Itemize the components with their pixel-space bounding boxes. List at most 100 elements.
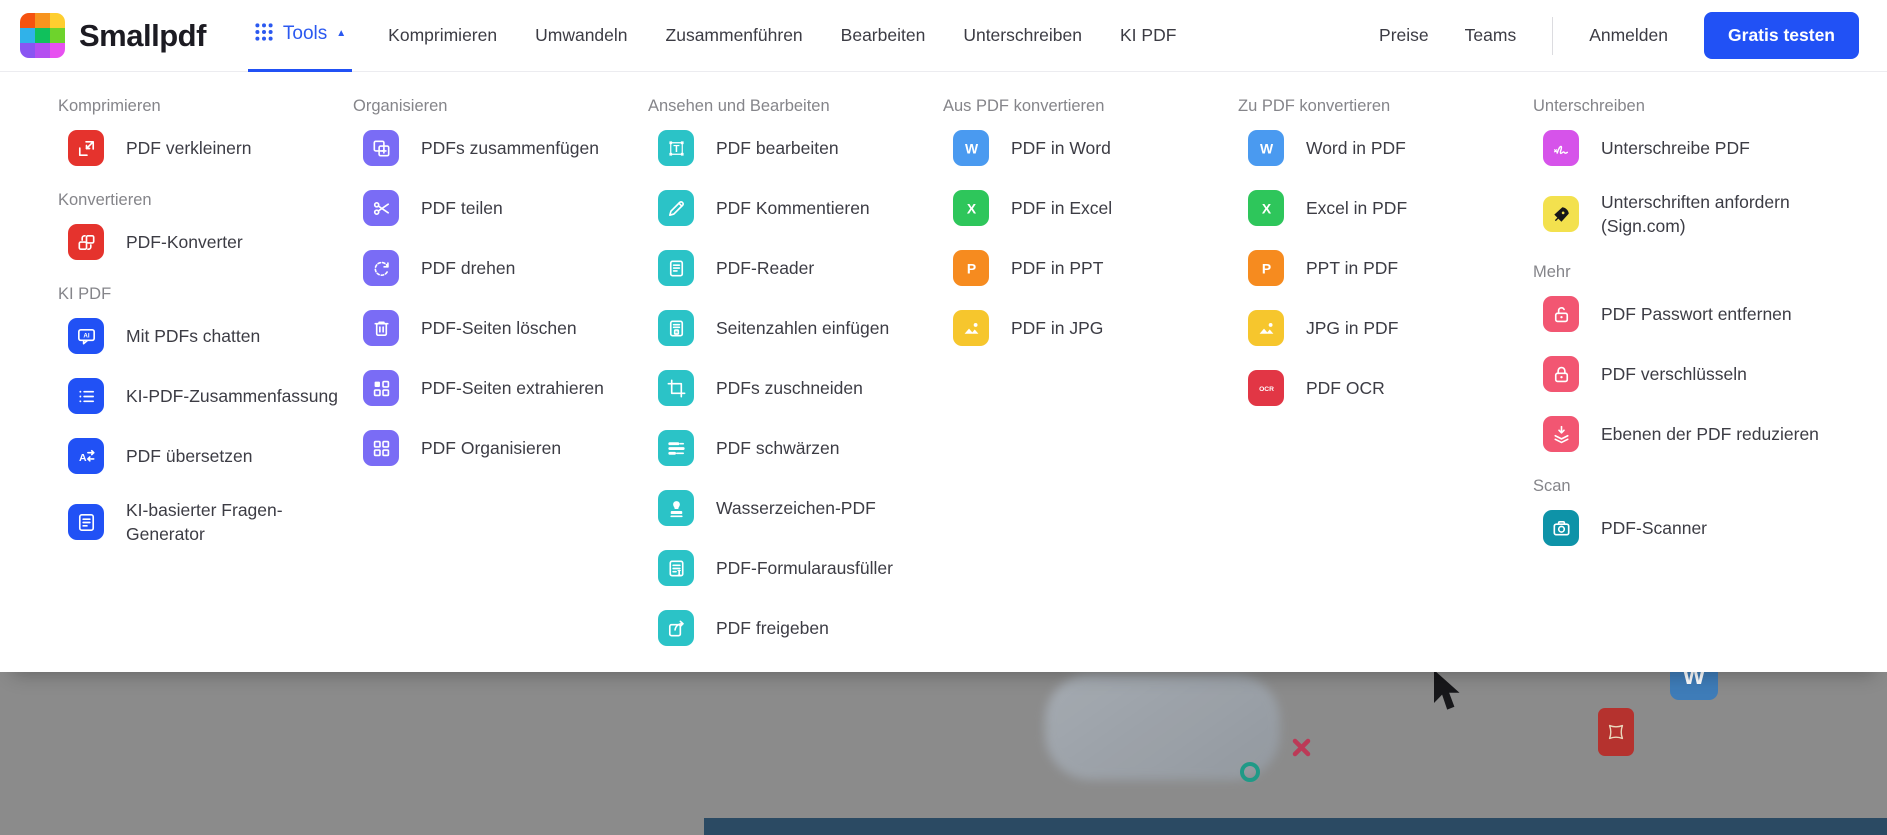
svg-text:X: X bbox=[966, 200, 976, 216]
rotate-icon bbox=[363, 250, 399, 286]
menu-section-header: Scan bbox=[1533, 476, 1887, 496]
menu-item[interactable]: PDF in JPG bbox=[943, 310, 1238, 346]
ppt-icon: P bbox=[1248, 250, 1284, 286]
nav-link-bearbeiten[interactable]: Bearbeiten bbox=[841, 25, 926, 46]
menu-item[interactable]: PDF-Seiten extrahieren bbox=[353, 370, 648, 406]
converter-icon bbox=[68, 224, 104, 260]
menu-item[interactable]: PDF schwärzen bbox=[648, 430, 943, 466]
dimmed-page-background: W bbox=[0, 672, 1887, 835]
menu-section-header: Konvertieren bbox=[58, 190, 353, 210]
hero-footer-strip bbox=[704, 818, 1887, 835]
menu-item[interactable]: Wasserzeichen-PDF bbox=[648, 490, 943, 526]
menu-section-header: Ansehen und Bearbeiten bbox=[648, 96, 943, 116]
svg-text:X: X bbox=[1261, 200, 1271, 216]
excel-icon: X bbox=[953, 190, 989, 226]
menu-item[interactable]: PDFs zuschneiden bbox=[648, 370, 943, 406]
menu-item-label: Ebenen der PDF reduzieren bbox=[1601, 422, 1819, 446]
menu-item[interactable]: PDF verschlüsseln bbox=[1533, 356, 1887, 392]
svg-text:A: A bbox=[79, 451, 87, 463]
menu-item[interactable]: APDF übersetzen bbox=[58, 438, 353, 474]
menu-item[interactable]: WPDF in Word bbox=[943, 130, 1238, 166]
menu-column-3: Ansehen und BearbeitenTPDF bearbeitenPDF… bbox=[648, 96, 943, 672]
nav-link-teams[interactable]: Teams bbox=[1465, 25, 1517, 46]
nav-link-zusammenfuehren[interactable]: Zusammenführen bbox=[666, 25, 803, 46]
menu-item-label: PDF drehen bbox=[421, 256, 515, 280]
menu-item[interactable]: WWord in PDF bbox=[1238, 130, 1533, 166]
grid-icon bbox=[254, 22, 274, 47]
menu-item[interactable]: X Excel in PDF bbox=[1238, 190, 1533, 226]
menu-section-header: Zu PDF konvertieren bbox=[1238, 96, 1533, 116]
logo-color-square bbox=[20, 28, 35, 43]
nav-link-komprimieren[interactable]: Komprimieren bbox=[388, 25, 497, 46]
nav-divider bbox=[1552, 17, 1553, 55]
menu-item[interactable]: AIMit PDFs chatten bbox=[58, 318, 353, 354]
flatten-icon bbox=[1543, 416, 1579, 452]
menu-item[interactable]: PDF Passwort entfernen bbox=[1533, 296, 1887, 332]
nav-link-umwandeln[interactable]: Umwandeln bbox=[535, 25, 627, 46]
menu-item[interactable]: Unterschriften anfordern (Sign.com) bbox=[1533, 190, 1887, 238]
svg-text:2: 2 bbox=[675, 330, 677, 334]
jpg-icon bbox=[953, 310, 989, 346]
menu-item[interactable]: 2 Seitenzahlen einfügen bbox=[648, 310, 943, 346]
menu-section-header: Organisieren bbox=[353, 96, 648, 116]
menu-item[interactable]: PDF teilen bbox=[353, 190, 648, 226]
top-navbar: Smallpdf Tools ▲ Komprimieren Umwandeln … bbox=[0, 0, 1887, 72]
menu-item[interactable]: KI-PDF-Zusammenfassung bbox=[58, 378, 353, 414]
menu-item-label: Seitenzahlen einfügen bbox=[716, 316, 889, 340]
menu-item[interactable]: OCRPDF OCR bbox=[1238, 370, 1533, 406]
menu-item-label: PDF verkleinern bbox=[126, 136, 251, 160]
lock-icon bbox=[1543, 356, 1579, 392]
menu-item[interactable]: KI-basierter Fragen-Generator bbox=[58, 498, 353, 546]
menu-item[interactable]: PDF freigeben bbox=[648, 610, 943, 646]
excel-icon: X bbox=[1248, 190, 1284, 226]
tools-menu-button[interactable]: Tools ▲ bbox=[248, 0, 352, 72]
menu-column-6: UnterschreibenUnterschreibe PDFUnterschr… bbox=[1533, 96, 1887, 672]
main-nav: Komprimieren Umwandeln Zusammenführen Be… bbox=[388, 25, 1176, 46]
menu-item[interactable]: PDF drehen bbox=[353, 250, 648, 286]
menu-item[interactable]: PDF-Seiten löschen bbox=[353, 310, 648, 346]
free-trial-button[interactable]: Gratis testen bbox=[1704, 12, 1859, 59]
nav-link-unterschreiben[interactable]: Unterschreiben bbox=[963, 25, 1082, 46]
menu-item[interactable]: PPPT in PDF bbox=[1238, 250, 1533, 286]
menu-item[interactable]: PDF-Scanner bbox=[1533, 510, 1887, 546]
menu-item[interactable]: PDF-Reader bbox=[648, 250, 943, 286]
menu-column-4: Aus PDF konvertierenWPDF in WordXPDF in … bbox=[943, 96, 1238, 672]
menu-item[interactable]: PDF-Formularausfüller bbox=[648, 550, 943, 586]
menu-item[interactable]: PDF verkleinern bbox=[58, 130, 353, 166]
menu-item[interactable]: XPDF in Excel bbox=[943, 190, 1238, 226]
login-link[interactable]: Anmelden bbox=[1589, 25, 1668, 46]
menu-item-label: KI-basierter Fragen-Generator bbox=[126, 498, 350, 546]
nav-link-ki-pdf[interactable]: KI PDF bbox=[1120, 25, 1176, 46]
menu-item[interactable]: Unterschreibe PDF bbox=[1533, 130, 1887, 166]
menu-item[interactable]: TPDF bearbeiten bbox=[648, 130, 943, 166]
esign-icon bbox=[1543, 130, 1579, 166]
menu-item[interactable]: PDFs zusammenfügen bbox=[353, 130, 648, 166]
menu-item-label: Excel in PDF bbox=[1306, 196, 1407, 220]
menu-item-label: Unterschriften anfordern (Sign.com) bbox=[1601, 190, 1825, 238]
merge-icon bbox=[363, 130, 399, 166]
menu-item-label: PDF bearbeiten bbox=[716, 136, 839, 160]
share-icon bbox=[658, 610, 694, 646]
menu-item[interactable]: PPDF in PPT bbox=[943, 250, 1238, 286]
ppt-icon: P bbox=[953, 250, 989, 286]
jpg-icon bbox=[1248, 310, 1284, 346]
menu-item-label: PDF-Seiten extrahieren bbox=[421, 376, 604, 400]
menu-item[interactable]: PDF-Konverter bbox=[58, 224, 353, 260]
menu-column-1: KomprimierenPDF verkleinernKonvertierenP… bbox=[58, 96, 353, 672]
menu-item-label: PDF verschlüsseln bbox=[1601, 362, 1747, 386]
menu-item[interactable]: Ebenen der PDF reduzieren bbox=[1533, 416, 1887, 452]
menu-item-label: PDF-Seiten löschen bbox=[421, 316, 577, 340]
menu-item-label: PDF schwärzen bbox=[716, 436, 840, 460]
menu-item[interactable]: PDF Kommentieren bbox=[648, 190, 943, 226]
ai-chat-icon: AI bbox=[68, 318, 104, 354]
smallpdf-logo[interactable]: Smallpdf bbox=[20, 13, 206, 58]
menu-column-2: Organisieren PDFs zusammenfügen PDF teilen… bbox=[353, 96, 648, 672]
nav-link-preise[interactable]: Preise bbox=[1379, 25, 1429, 46]
menu-item-label: PDFs zuschneiden bbox=[716, 376, 863, 400]
menu-item[interactable]: PDF Organisieren bbox=[353, 430, 648, 466]
menu-section-header: KI PDF bbox=[58, 284, 353, 304]
svg-text:OCR: OCR bbox=[1259, 386, 1274, 393]
translate-icon: A bbox=[68, 438, 104, 474]
page-numbers-icon: 2 bbox=[658, 310, 694, 346]
menu-item[interactable]: JPG in PDF bbox=[1238, 310, 1533, 346]
